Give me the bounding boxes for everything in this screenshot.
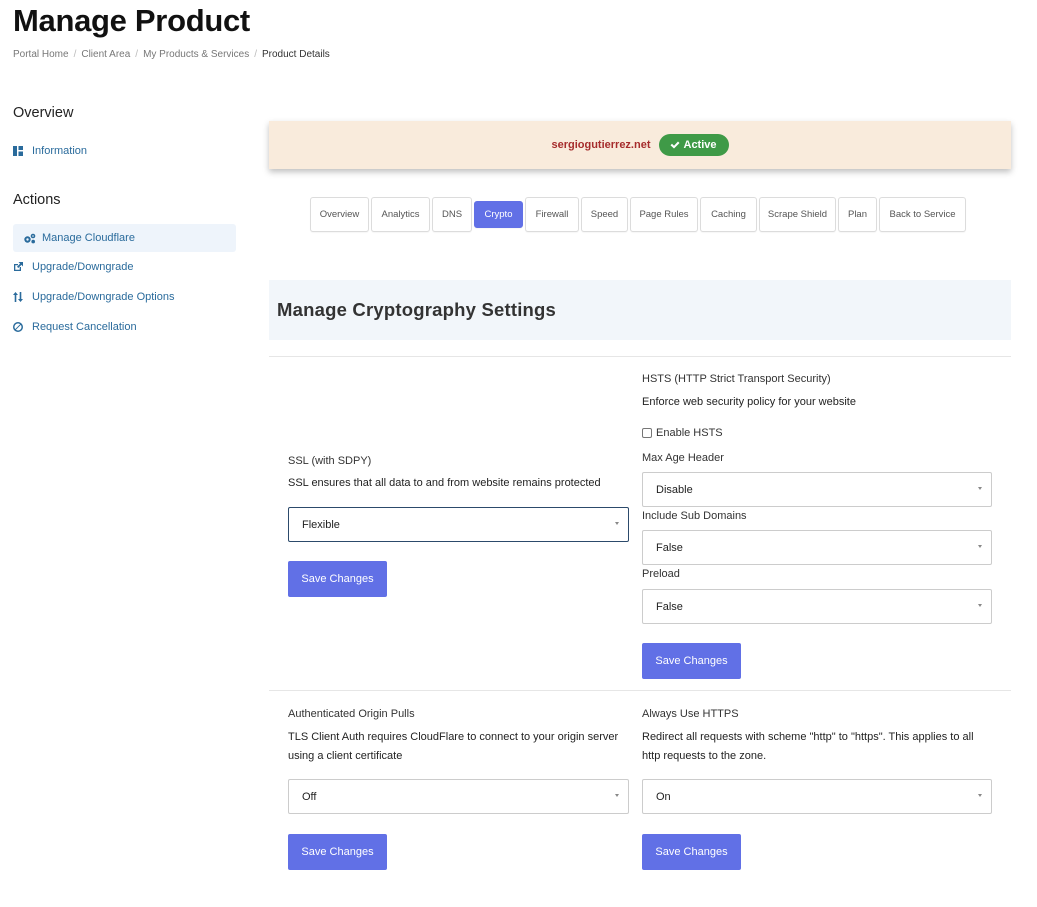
page-title: Manage Product <box>13 3 250 38</box>
sidebar-item-request-cancellation[interactable]: Request Cancellation <box>13 319 137 335</box>
sidebar-item-label: Upgrade/Downgrade Options <box>32 291 175 303</box>
sort-arrows-icon <box>13 292 23 302</box>
chevron-down-icon <box>978 487 982 490</box>
checkbox-box[interactable] <box>642 428 652 438</box>
ssl-description: SSL ensures that all data to and from we… <box>288 477 601 489</box>
breadcrumb: Portal Home / Client Area / My Products … <box>13 49 330 60</box>
breadcrumb-client-area[interactable]: Client Area <box>81 49 130 60</box>
preload-label: Preload <box>642 568 680 580</box>
divider <box>269 690 1011 691</box>
origin-pulls-description-line1: TLS Client Auth requires CloudFlare to c… <box>288 731 619 743</box>
tab-overview[interactable]: Overview <box>310 197 369 232</box>
origin-pulls-label: Authenticated Origin Pulls <box>288 708 415 720</box>
breadcrumb-portal-home[interactable]: Portal Home <box>13 49 69 60</box>
origin-pulls-select-value: Off <box>302 790 317 803</box>
ssl-save-button[interactable]: Save Changes <box>288 561 387 597</box>
include-subdomains-value: False <box>656 541 683 554</box>
tab-plan[interactable]: Plan <box>838 197 877 232</box>
overview-heading: Overview <box>13 105 74 121</box>
tab-speed[interactable]: Speed <box>581 197 628 232</box>
sidebar-item-label: Information <box>32 145 88 157</box>
tab-analytics[interactable]: Analytics <box>371 197 430 232</box>
ssl-select-value: Flexible <box>302 518 340 531</box>
tab-firewall[interactable]: Firewall <box>525 197 579 232</box>
sidebar-item-information[interactable]: Information <box>13 143 87 159</box>
tab-scrape-shield[interactable]: Scrape Shield <box>759 197 836 232</box>
always-https-save-button[interactable]: Save Changes <box>642 834 741 870</box>
always-https-select-value: On <box>656 790 671 803</box>
origin-pulls-select[interactable]: Off <box>288 779 629 814</box>
chevron-down-icon <box>615 794 619 797</box>
include-subdomains-select[interactable]: False <box>642 530 992 565</box>
max-age-select[interactable]: Disable <box>642 472 992 507</box>
tab-crypto[interactable]: Crypto <box>474 201 523 228</box>
chevron-down-icon <box>615 522 619 525</box>
sidebar-item-label: Manage Cloudflare <box>42 232 135 244</box>
sidebar-item-label: Request Cancellation <box>32 321 137 333</box>
breadcrumb-product-details: Product Details <box>262 49 330 60</box>
sidebar-item-upgrade-downgrade[interactable]: Upgrade/Downgrade <box>13 259 134 275</box>
origin-pulls-description-line2: using a client certificate <box>288 750 403 762</box>
tab-dns[interactable]: DNS <box>432 197 472 232</box>
max-age-select-value: Disable <box>656 483 693 496</box>
status-badge-label: Active <box>683 139 717 151</box>
enable-hsts-checkbox[interactable]: Enable HSTS <box>642 427 723 439</box>
chevron-down-icon <box>978 604 982 607</box>
always-https-label: Always Use HTTPS <box>642 708 739 720</box>
domain-name: sergiogutierrez.net <box>551 139 651 151</box>
dashboard-icon <box>13 146 23 156</box>
sidebar-item-upgrade-downgrade-options[interactable]: Upgrade/Downgrade Options <box>13 289 174 305</box>
preload-select-value: False <box>656 600 683 613</box>
status-badge: Active <box>658 134 729 156</box>
ssl-select[interactable]: Flexible <box>288 507 629 542</box>
sidebar-item-manage-cloudflare[interactable]: Manage Cloudflare <box>13 224 236 252</box>
external-link-icon <box>14 262 23 271</box>
breadcrumb-products-services[interactable]: My Products & Services <box>143 49 249 60</box>
hsts-label: HSTS (HTTP Strict Transport Security) <box>642 373 831 385</box>
always-https-select[interactable]: On <box>642 779 992 814</box>
always-https-description-line1: Redirect all requests with scheme "http"… <box>642 731 974 743</box>
breadcrumb-separator: / <box>135 49 139 60</box>
tab-caching[interactable]: Caching <box>700 197 757 232</box>
tab-page-rules[interactable]: Page Rules <box>630 197 698 232</box>
max-age-label: Max Age Header <box>642 452 724 464</box>
hsts-description: Enforce web security policy for your web… <box>642 396 856 408</box>
sidebar-item-label: Upgrade/Downgrade <box>32 261 134 273</box>
ban-icon <box>13 322 23 332</box>
check-icon <box>670 141 679 149</box>
breadcrumb-separator: / <box>254 49 257 60</box>
hsts-save-button[interactable]: Save Changes <box>642 643 741 679</box>
origin-pulls-save-button[interactable]: Save Changes <box>288 834 387 870</box>
gears-icon <box>24 233 36 243</box>
preload-select[interactable]: False <box>642 589 992 624</box>
divider <box>269 356 1011 357</box>
actions-heading: Actions <box>13 192 61 208</box>
section-title: Manage Cryptography Settings <box>269 280 1011 340</box>
ssl-label: SSL (with SDPY) <box>288 455 372 467</box>
enable-hsts-label: Enable HSTS <box>656 427 723 439</box>
always-https-description-line2: http requests to the zone. <box>642 750 767 762</box>
tab-back-to-service[interactable]: Back to Service <box>879 197 966 232</box>
chevron-down-icon <box>978 545 982 548</box>
breadcrumb-separator: / <box>73 49 77 60</box>
service-status-card: sergiogutierrez.net Active <box>269 121 1011 169</box>
tab-bar: Overview Analytics DNS Crypto Firewall S… <box>310 197 968 232</box>
chevron-down-icon <box>978 794 982 797</box>
include-subdomains-label: Include Sub Domains <box>642 510 747 522</box>
